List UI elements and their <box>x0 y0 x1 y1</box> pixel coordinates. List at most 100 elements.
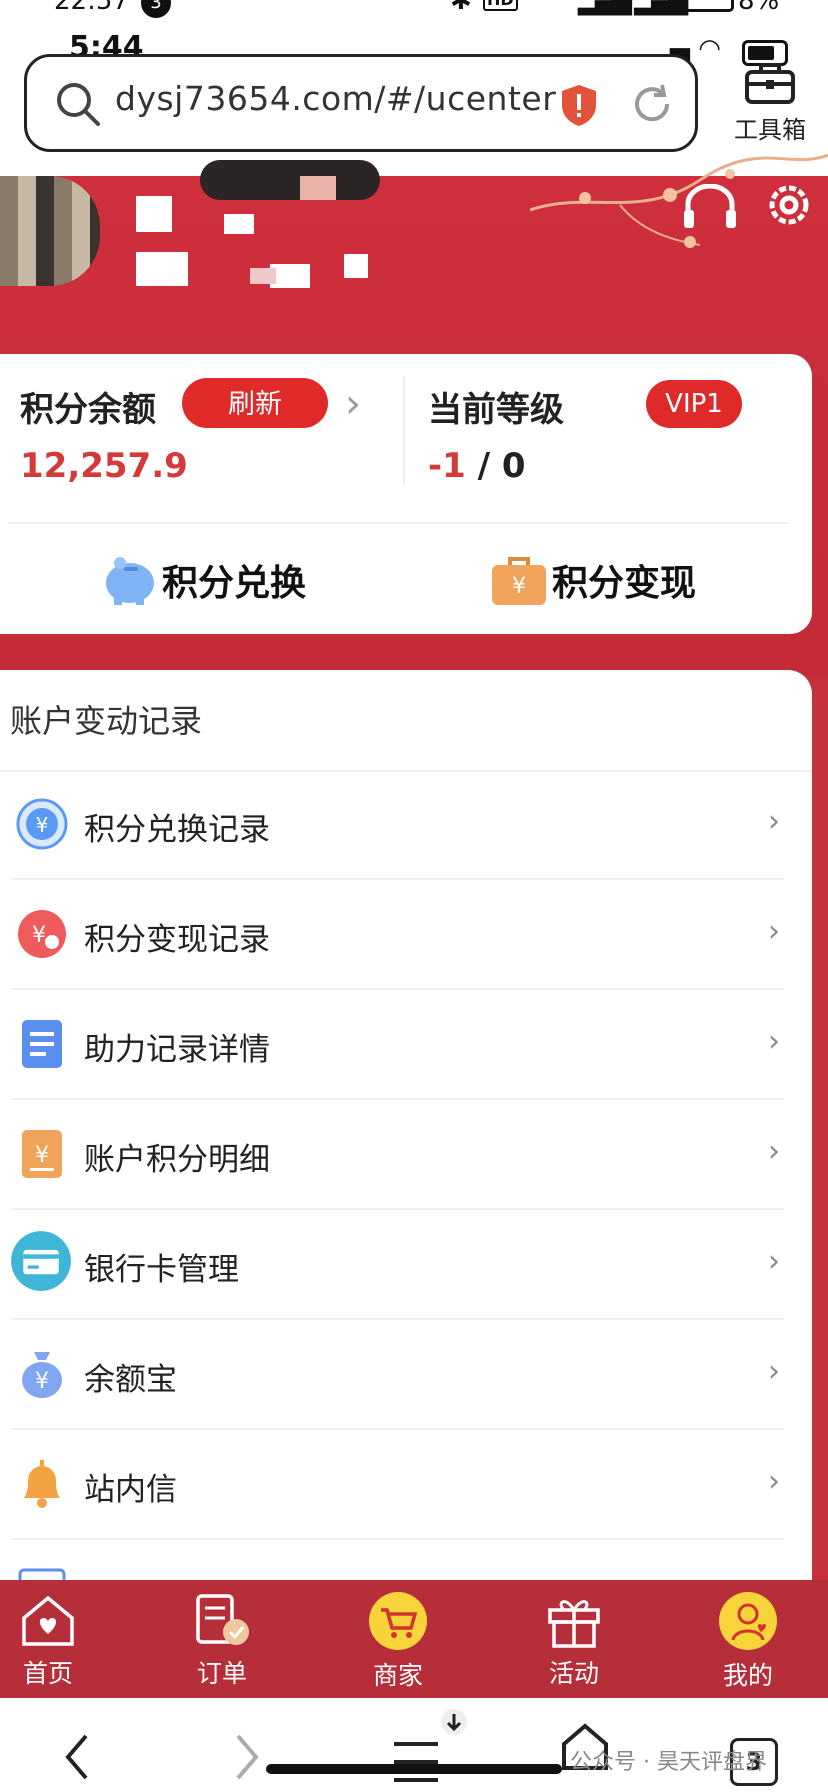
url-text[interactable]: dysj73654.com/#/ucenter <box>115 79 556 118</box>
pixel-mask <box>136 252 188 286</box>
wallet-bag-icon: ¥ <box>492 557 546 605</box>
cart-icon <box>369 1592 427 1650</box>
chevron-right-icon: › <box>768 1024 780 1059</box>
balance-value: 12,257.9 <box>20 446 188 486</box>
outer-status-bar: 22:57 3 ✱ HD ▂▄▆ ▂▄▆ 8% <box>0 0 828 20</box>
chevron-right-icon: › <box>768 1244 780 1279</box>
signal-icon: ▂▄▆ ▂▄▆ <box>578 0 688 16</box>
pixel-mask <box>250 268 276 284</box>
tab-home[interactable]: 首页 <box>0 1580 108 1698</box>
refresh-button[interactable]: 刷新 <box>182 378 328 428</box>
svg-text:¥: ¥ <box>512 574 526 599</box>
list-item-label: 银行卡管理 <box>84 1252 239 1288</box>
level-current: -1 <box>428 446 466 486</box>
panel-title: 账户变动记录 <box>10 702 203 740</box>
list-item-label: 账户积分明细 <box>84 1142 270 1178</box>
gift-icon <box>548 1600 600 1648</box>
list-item-inbox[interactable]: 站内信 › <box>0 1430 812 1540</box>
points-detail-icon: ¥ <box>22 1130 62 1178</box>
settings-gear-icon[interactable] <box>762 178 816 232</box>
cashout-record-icon: ¥ <box>18 910 66 958</box>
forward-arrow-icon[interactable] <box>232 1732 262 1782</box>
list-item-label: 积分变现记录 <box>84 922 270 958</box>
vip-badge: VIP1 <box>646 380 742 428</box>
svg-text:¥: ¥ <box>32 923 46 948</box>
battery-percent: 8% <box>738 0 780 16</box>
outer-clock: 22:57 <box>54 0 129 16</box>
order-icon <box>196 1594 249 1645</box>
bottom-tab-bar: 首页 订单 商家 活动 我的 <box>0 1580 828 1698</box>
tab-label: 活动 <box>548 1659 599 1688</box>
list-item-label: 站内信 <box>84 1472 177 1508</box>
outer-battery-icon <box>680 0 734 12</box>
reload-icon[interactable] <box>629 81 675 127</box>
list-item-assist-detail[interactable]: 助力记录详情 › <box>0 990 812 1100</box>
menu-icon[interactable] <box>392 1710 440 1790</box>
toolbox-icon <box>745 63 795 104</box>
pixel-mask <box>300 176 336 200</box>
tab-merchants[interactable]: 商家 <box>338 1580 458 1698</box>
bluetooth-icon: ✱ <box>450 0 472 16</box>
username-redacted <box>200 160 380 200</box>
chevron-right-icon[interactable]: › <box>345 384 361 424</box>
pixel-mask <box>344 254 368 278</box>
bank-card-icon <box>11 1231 71 1291</box>
tab-orders[interactable]: 订单 <box>162 1580 282 1698</box>
piggy-bank-icon <box>106 557 154 605</box>
card-divider <box>403 376 405 486</box>
tab-activities[interactable]: 活动 <box>514 1580 634 1698</box>
list-item-exchange-record[interactable]: ¥ 积分兑换记录 › <box>0 770 812 880</box>
card-separator <box>8 522 788 524</box>
list-item-yuebao[interactable]: ¥ 余额宝 › <box>0 1320 812 1430</box>
home-icon <box>22 1595 74 1646</box>
exchange-record-icon: ¥ <box>16 798 68 850</box>
chevron-right-icon: › <box>768 914 780 949</box>
list-item-bank-card[interactable]: 银行卡管理 › <box>0 1210 812 1320</box>
list-item-label: 积分兑换记录 <box>84 812 270 848</box>
list-item-label: 助力记录详情 <box>84 1032 270 1068</box>
level-label: 当前等级 <box>428 390 564 430</box>
balance-label: 积分余额 <box>20 390 156 430</box>
chevron-right-icon: › <box>768 1134 780 1169</box>
list-item-label: 余额宝 <box>84 1362 177 1398</box>
download-indicator-icon <box>441 1709 467 1735</box>
level-separator: / <box>465 446 502 486</box>
pixel-mask <box>270 264 310 288</box>
shield-warning-icon[interactable] <box>559 83 599 127</box>
tab-profile[interactable]: 我的 <box>688 1580 808 1698</box>
list-item-points-detail[interactable]: ¥ 账户积分明细 › <box>0 1100 812 1210</box>
bell-icon <box>24 1460 60 1508</box>
user-icon <box>719 1592 777 1650</box>
hd-voice-icon: HD <box>483 0 518 11</box>
pixel-mask <box>224 214 254 234</box>
svg-text:¥: ¥ <box>36 813 49 837</box>
chevron-right-icon: › <box>768 804 780 839</box>
svg-text:¥: ¥ <box>35 1143 49 1168</box>
headset-icon[interactable] <box>680 184 740 234</box>
tab-label: 首页 <box>22 1659 73 1688</box>
tab-label: 我的 <box>722 1661 773 1690</box>
tab-label: 商家 <box>372 1661 423 1690</box>
watermark: 公众号 · 昊天评盘界 <box>570 1750 767 1775</box>
chevron-right-icon: › <box>768 1464 780 1499</box>
list-item-cashout-record[interactable]: ¥ 积分变现记录 › <box>0 880 812 990</box>
points-card: 积分余额 刷新 › 12,257.9 当前等级 VIP1 -1 / 0 积分兑换… <box>0 354 812 634</box>
exchange-label: 积分兑换 <box>162 563 307 604</box>
home-indicator <box>266 1764 562 1774</box>
address-bar[interactable]: dysj73654.com/#/ucenter <box>24 54 698 152</box>
level-value: -1 / 0 <box>428 446 526 486</box>
svg-text:¥: ¥ <box>35 1369 49 1394</box>
back-arrow-icon[interactable] <box>62 1732 92 1782</box>
points-cashout-button[interactable]: ¥ 积分变现 <box>490 550 696 610</box>
points-exchange-button[interactable]: 积分兑换 <box>100 550 306 610</box>
level-total: 0 <box>501 446 526 486</box>
document-icon <box>22 1020 62 1068</box>
tab-label: 订单 <box>196 1659 247 1688</box>
account-records-panel: 账户变动记录 ¥ 积分兑换记录 › ¥ 积分变现记录 › 助力记录详情 › ¥ … <box>0 670 812 1622</box>
cashout-label: 积分变现 <box>552 563 697 604</box>
avatar[interactable] <box>0 176 100 286</box>
toolbox-button[interactable]: 工具箱 <box>728 60 812 156</box>
money-bag-icon: ¥ <box>22 1352 62 1398</box>
toolbox-label: 工具箱 <box>734 116 806 144</box>
notification-badge: 3 <box>141 0 171 18</box>
